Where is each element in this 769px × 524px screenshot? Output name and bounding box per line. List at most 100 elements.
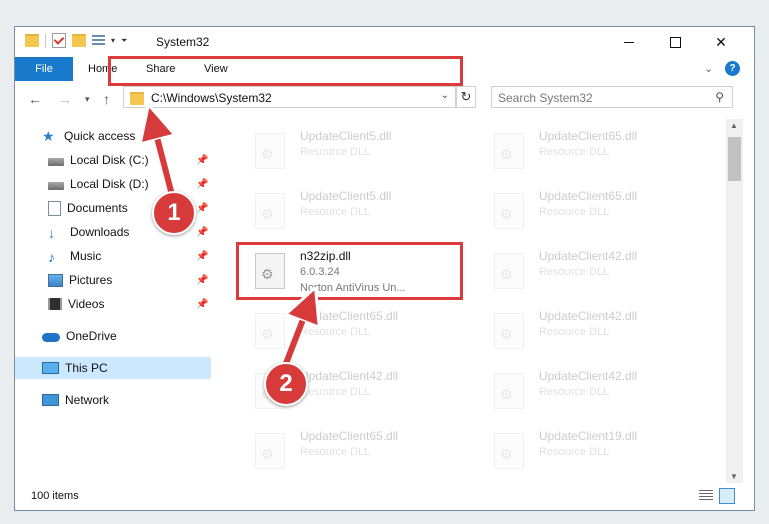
sidebar-item-label: Local Disk (C:) (70, 153, 149, 167)
pc-icon (42, 362, 59, 374)
sidebar-item-onedrive[interactable]: OneDrive (15, 325, 211, 347)
sidebar-item-label: Local Disk (D:) (70, 177, 149, 191)
pin-icon[interactable]: 📌 (196, 251, 208, 262)
callout-step-1: 1 (152, 191, 196, 235)
title-bar: ▾ ⏷ System32 ✕ (15, 27, 754, 57)
item-count: 100 items (31, 490, 79, 502)
picture-icon (48, 273, 63, 287)
file-item[interactable]: UpdateClient65.dll Resource DLL (479, 123, 703, 179)
pin-icon[interactable]: 📌 (196, 203, 208, 214)
back-arrow-icon[interactable]: ← (28, 91, 42, 107)
pin-icon[interactable]: 📌 (196, 275, 208, 286)
sidebar-item-label: Network (65, 393, 110, 407)
forward-arrow-icon[interactable]: → (58, 91, 72, 107)
scroll-down-icon[interactable]: ▼ (730, 472, 738, 481)
pin-icon[interactable]: 📌 (196, 299, 208, 310)
sidebar-item-label: Quick access (64, 129, 136, 143)
sidebar-item-videos[interactable]: Videos 📌 (15, 293, 211, 315)
sidebar-item-local-disk-c[interactable]: Local Disk (C:) 📌 (15, 149, 211, 171)
sidebar-item-this-pc[interactable]: This PC (15, 357, 211, 379)
file-item[interactable]: UpdateClient42.dll Resource DLL (479, 303, 703, 359)
pin-icon[interactable]: 📌 (196, 155, 208, 166)
properties-icon[interactable] (92, 34, 105, 47)
sidebar-item-quick-access[interactable]: ★ Quick access (15, 125, 211, 147)
file-item[interactable]: UpdateClient5.dll Resource DLL (240, 123, 464, 179)
file-name: UpdateClient65.dll (539, 129, 638, 143)
dll-file-icon (494, 433, 524, 469)
sidebar-item-label: Pictures (69, 273, 113, 287)
recent-locations-icon[interactable]: ▾ (85, 94, 90, 105)
tab-file[interactable]: File (15, 57, 73, 81)
file-detail: Resource DLL (300, 446, 371, 458)
file-item[interactable]: UpdateClient65.dll Resource DLL (479, 183, 703, 239)
file-name: UpdateClient65.dll (300, 309, 399, 323)
music-icon: ♪ (48, 249, 55, 265)
expand-ribbon-icon[interactable]: ⌄ (704, 62, 713, 75)
folder-icon (25, 34, 39, 47)
quick-access-toolbar: ▾ ⏷ (25, 33, 127, 48)
properties-check-icon[interactable] (52, 33, 66, 48)
details-view-icon[interactable] (699, 490, 713, 502)
file-name: UpdateClient42.dll (539, 309, 638, 323)
minimize-button[interactable] (606, 27, 652, 57)
disk-icon (48, 157, 64, 166)
file-name: UpdateClient42.dll (539, 369, 638, 383)
file-detail: Resource DLL (539, 386, 610, 398)
address-dropdown-icon[interactable]: ⌄ (441, 90, 449, 101)
file-item[interactable]: UpdateClient42.dll Resource DLL (479, 243, 703, 299)
maximize-button[interactable] (652, 27, 698, 57)
file-detail: Resource DLL (539, 326, 610, 338)
help-icon[interactable]: ? (725, 61, 740, 76)
dll-file-icon (494, 133, 524, 169)
dll-file-icon (494, 313, 524, 349)
file-detail: Resource DLL (300, 206, 371, 218)
navigation-pane: ★ Quick access Local Disk (C:) 📌 Local D… (15, 119, 211, 483)
file-name: UpdateClient42.dll (300, 369, 399, 383)
search-input[interactable]: Search System32 ⚲ (491, 86, 733, 108)
sidebar-item-pictures[interactable]: Pictures 📌 (15, 269, 211, 291)
dll-file-icon (494, 253, 524, 289)
cloud-icon (42, 333, 60, 342)
disk-icon (48, 181, 64, 190)
scroll-up-icon[interactable]: ▲ (730, 121, 738, 130)
dll-file-icon (494, 373, 524, 409)
file-item[interactable]: UpdateClient65.dll Resource DLL (240, 423, 464, 479)
sidebar-item-label: This PC (65, 361, 108, 375)
sidebar-item-label: Music (70, 249, 102, 263)
search-icon: ⚲ (715, 90, 724, 104)
tiles-view-icon[interactable] (719, 488, 735, 504)
vertical-scrollbar[interactable]: ▲ ▼ (726, 119, 743, 483)
file-item[interactable]: UpdateClient5.dll Resource DLL (240, 183, 464, 239)
navigation-bar: ← → ▾ ↑ C:\Windows\System32 ⌄ ↻ Search S… (15, 81, 754, 118)
new-folder-icon[interactable] (72, 34, 86, 47)
pin-icon[interactable]: 📌 (196, 227, 208, 238)
close-button[interactable]: ✕ (698, 27, 744, 57)
file-detail: Resource DLL (539, 266, 610, 278)
network-icon (42, 394, 59, 406)
sidebar-item-label: Documents (67, 201, 128, 215)
file-item[interactable]: UpdateClient42.dll Resource DLL (479, 363, 703, 419)
file-item[interactable]: UpdateClient65.dll Resource DLL (240, 303, 464, 359)
download-icon: ↓ (48, 225, 55, 241)
sidebar-item-music[interactable]: ♪ Music 📌 (15, 245, 211, 267)
file-name: UpdateClient5.dll (300, 129, 392, 143)
search-placeholder: Search System32 (498, 91, 593, 105)
address-path[interactable]: C:\Windows\System32 (151, 91, 272, 105)
file-item[interactable]: UpdateClient19.dll Resource DLL (479, 423, 703, 479)
file-name: UpdateClient65.dll (300, 429, 399, 443)
scroll-thumb[interactable] (728, 137, 741, 181)
sidebar-item-label: OneDrive (66, 329, 117, 343)
refresh-button[interactable]: ↻ (456, 86, 476, 108)
customize-qat-icon[interactable]: ⏷ (121, 36, 127, 46)
qat-dropdown-icon[interactable]: ▾ (111, 36, 115, 45)
file-name: UpdateClient19.dll (539, 429, 638, 443)
sidebar-item-network[interactable]: Network (15, 389, 211, 411)
star-icon: ★ (42, 128, 55, 144)
address-bar[interactable]: C:\Windows\System32 ⌄ (123, 86, 456, 108)
video-icon (48, 298, 62, 310)
pin-icon[interactable]: 📌 (196, 179, 208, 190)
up-arrow-icon[interactable]: ↑ (103, 91, 110, 107)
file-name: UpdateClient65.dll (539, 189, 638, 203)
window-title: System32 (156, 35, 210, 49)
minimize-icon (624, 41, 634, 43)
